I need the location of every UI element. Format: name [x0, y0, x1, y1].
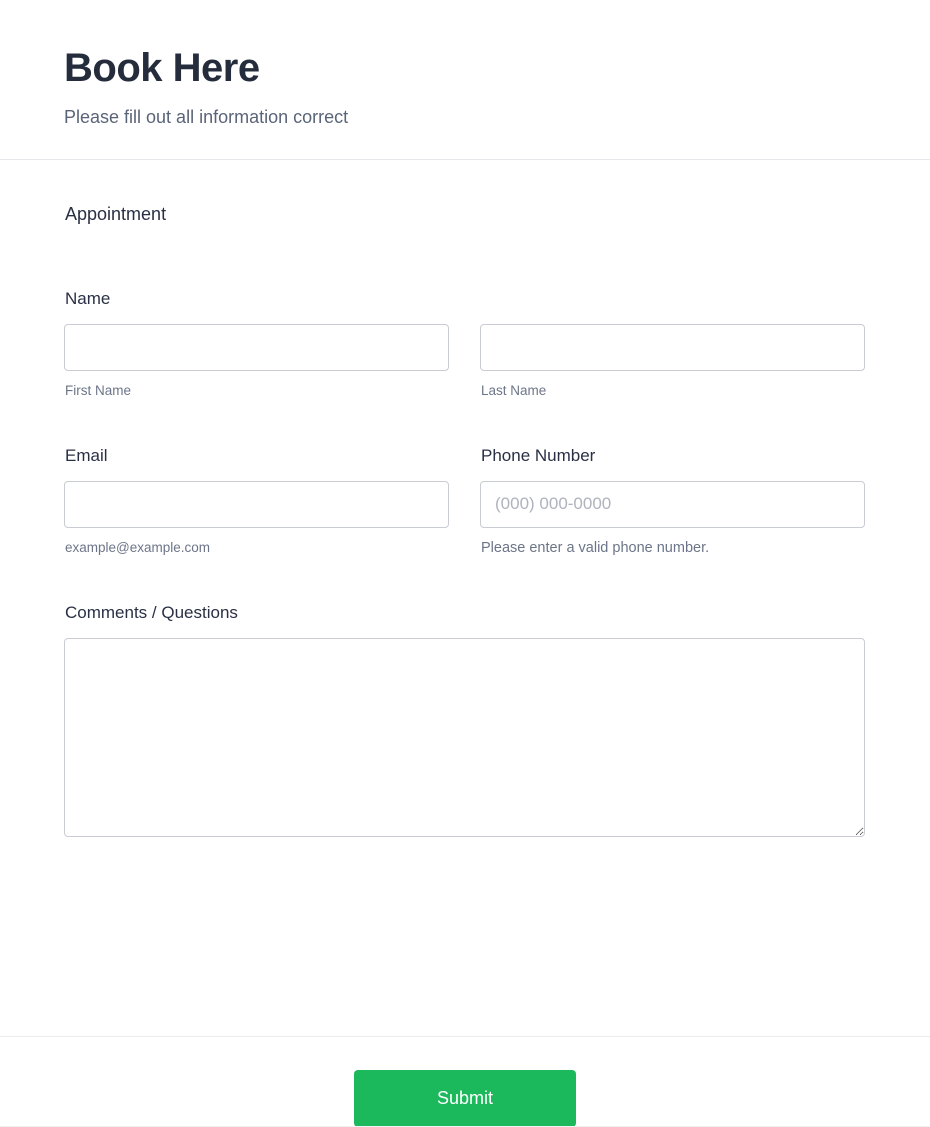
form-body: Appointment Name First Name Name Last Na… — [0, 160, 930, 1002]
page-title: Book Here — [64, 46, 260, 90]
phone-group: Phone Number Please enter a valid phone … — [480, 446, 865, 556]
booking-form: Book Here Please fill out all informatio… — [0, 0, 930, 1127]
comments-group: Comments / Questions — [64, 603, 865, 837]
page-subtitle: Please fill out all information correct — [64, 107, 349, 127]
name-field-row: Name First Name Name Last Name — [64, 289, 866, 398]
comments-textarea[interactable] — [64, 637, 865, 837]
phone-hint: Please enter a valid phone number. — [481, 539, 710, 556]
contact-field-row: Email example@example.com Phone Number P… — [64, 446, 866, 556]
form-footer: Submit — [0, 1036, 930, 1127]
phone-label: Phone Number — [481, 445, 596, 465]
email-hint: example@example.com — [65, 539, 211, 555]
form-header: Book Here Please fill out all informatio… — [0, 0, 930, 160]
phone-input[interactable] — [480, 480, 865, 528]
email-group: Email example@example.com — [64, 446, 449, 556]
first-name-input[interactable] — [64, 323, 449, 371]
comments-label: Comments / Questions — [65, 602, 238, 622]
submit-button[interactable]: Submit — [354, 1070, 576, 1127]
first-name-group: Name First Name — [64, 289, 449, 398]
section-heading-appointment: Appointment — [65, 203, 167, 224]
first-name-hint: First Name — [65, 382, 132, 398]
email-label: Email — [65, 445, 108, 465]
last-name-input[interactable] — [480, 323, 865, 371]
name-label: Name — [65, 288, 111, 308]
last-name-group: Name Last Name — [480, 289, 865, 398]
email-input[interactable] — [64, 480, 449, 528]
last-name-hint: Last Name — [481, 382, 547, 398]
comments-field-row: Comments / Questions — [64, 603, 866, 837]
